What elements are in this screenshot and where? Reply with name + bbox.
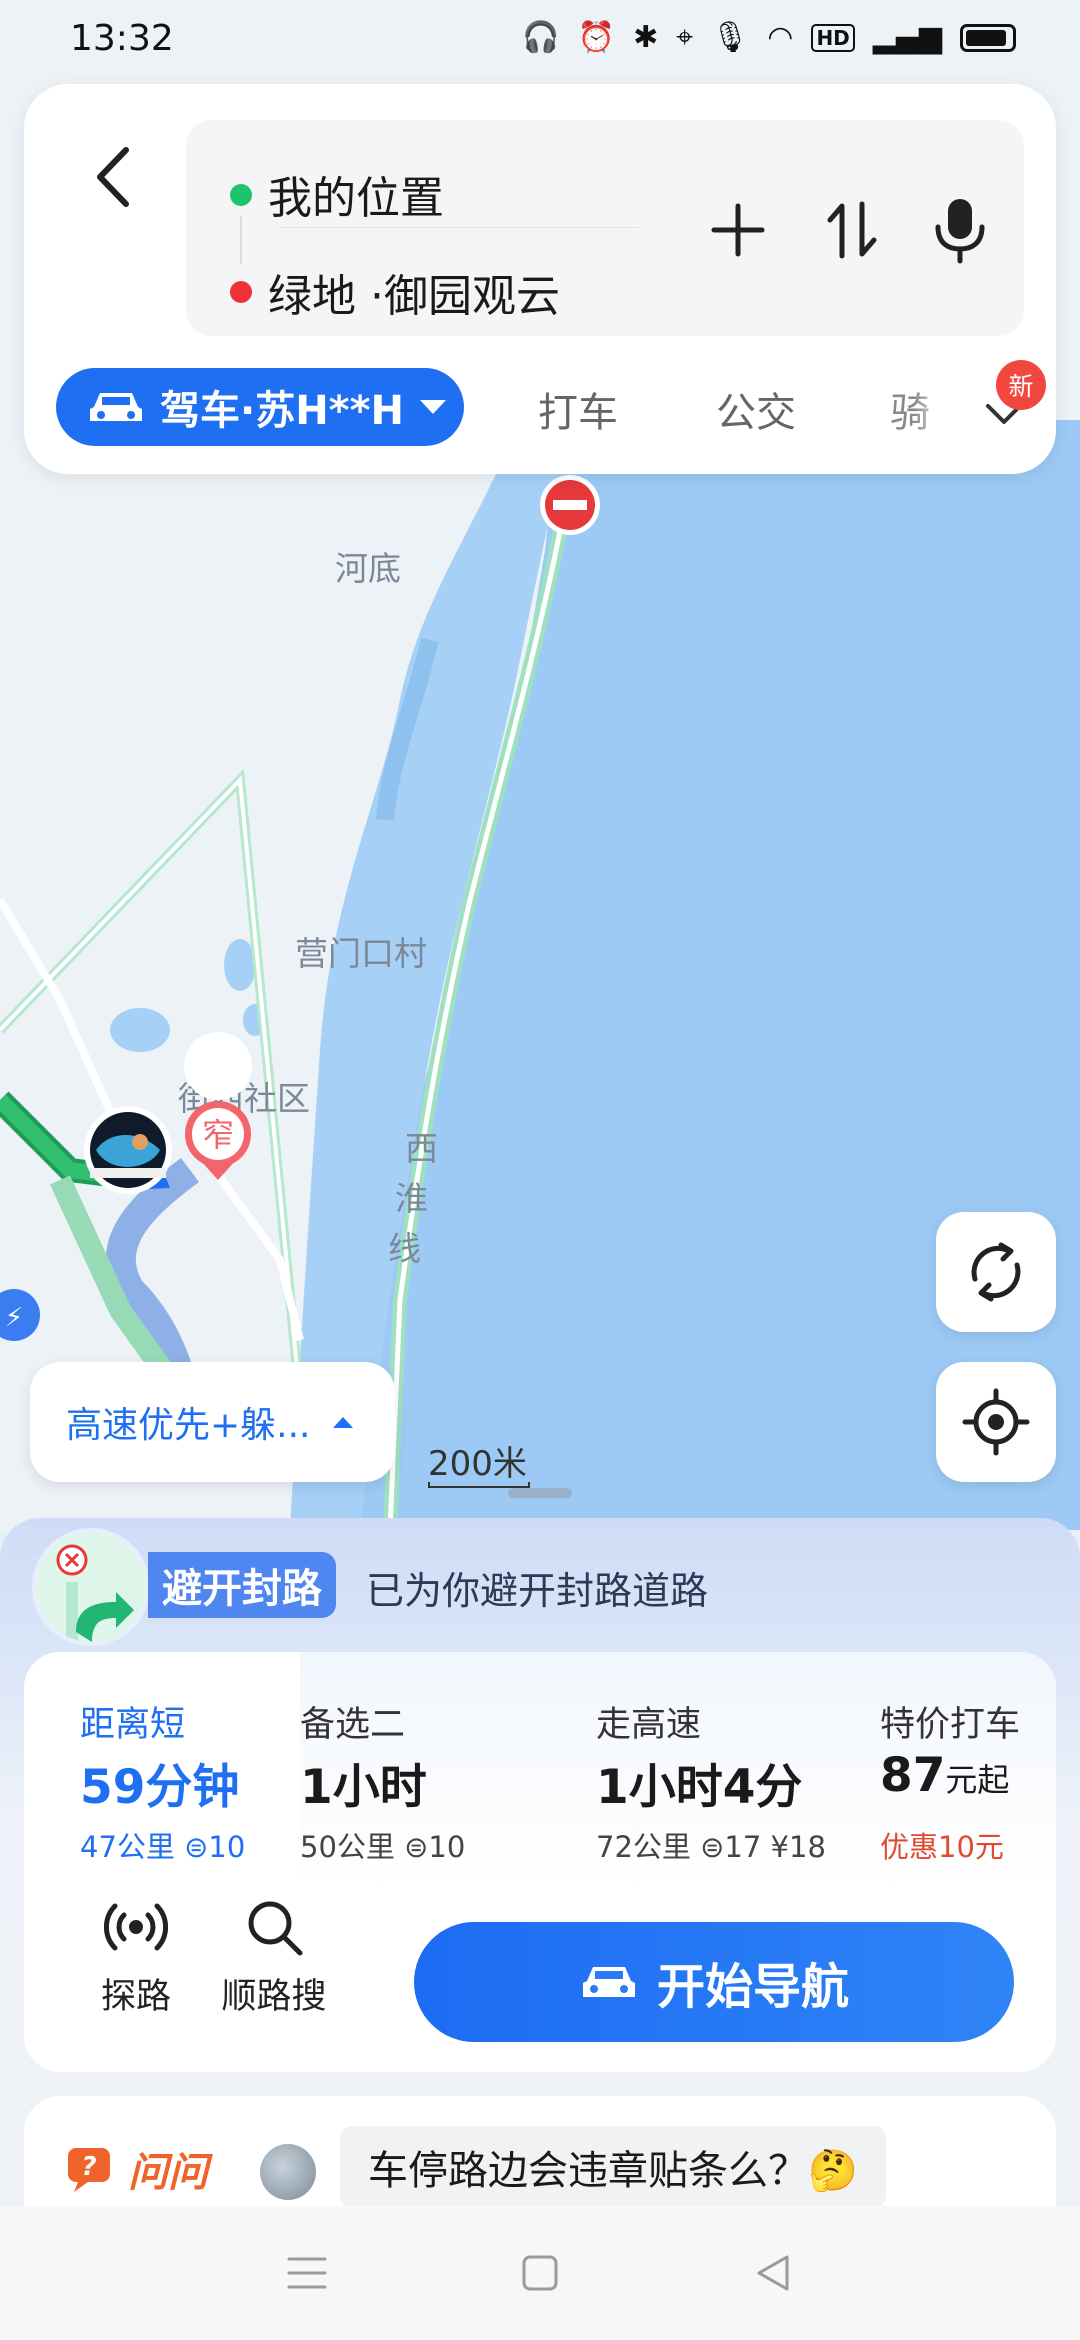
refresh-route-button[interactable]: [936, 1212, 1056, 1332]
destination-field[interactable]: 绿地 ·御园观云: [268, 260, 560, 324]
search-along-label: 顺路搜: [221, 1977, 327, 2017]
start-navigation-button[interactable]: 开始导航: [414, 1922, 1014, 2042]
menu-icon[interactable]: [285, 2253, 329, 2293]
map-label: 线: [388, 1230, 421, 1267]
route-time: 1小时4分: [596, 1760, 803, 1815]
probe-road-label: 探路: [100, 1977, 171, 2017]
avoid-closure-icon: [32, 1528, 150, 1646]
new-badge: 新: [996, 360, 1046, 410]
swap-arrows-icon: [827, 201, 877, 259]
status-icons: 🎧 ⏰ ✱ ⌖ 🎙 ◠ HD ▂▄▆: [522, 20, 1016, 55]
route-time: 1小时: [300, 1760, 427, 1815]
microphone-icon: [935, 199, 985, 264]
svg-text:⚡: ⚡: [5, 1303, 23, 1333]
alarm-icon: ⏰: [577, 20, 616, 55]
ask-question[interactable]: 车停路边会违章贴条么？🤔: [340, 2126, 886, 2208]
status-time: 13:32: [70, 18, 174, 59]
mode-drive-tab[interactable]: 驾车·苏H**H: [56, 368, 464, 446]
map-label: 营门口村: [295, 935, 427, 972]
route-preference-label: 高速优先+躲...: [66, 1405, 311, 1446]
ask-logo: ? 问问: [64, 2140, 208, 2198]
chevron-left-icon: [97, 147, 129, 207]
taxi-price-unit: 元起: [945, 1761, 1010, 1799]
avoid-closure-tag: 避开封路: [148, 1552, 336, 1618]
headset-icon: 🎧: [522, 20, 560, 55]
wifi-icon: ◠: [767, 20, 794, 55]
mode-bike-tab[interactable]: 骑: [890, 380, 950, 438]
taxi-option[interactable]: 特价打车 87元起 优惠10元: [880, 1652, 1050, 1892]
drag-handle[interactable]: [508, 1488, 572, 1498]
car-icon: [90, 393, 142, 421]
ask-logo-text: 问问: [128, 2150, 208, 2196]
route-search-card: 我的位置 绿地 ·御园观云 驾车·苏H**H 打车 公交 骑 新: [24, 84, 1056, 474]
taxi-option-name: 特价打车: [880, 1705, 1021, 1745]
search-along-button[interactable]: 顺路搜: [204, 1892, 344, 2019]
battery-icon: [960, 23, 1016, 52]
taxi-price: 87元起: [880, 1748, 1009, 1803]
refresh-icon: [971, 1242, 1021, 1302]
asker-avatar: [260, 2144, 316, 2200]
route-name: 走高速: [596, 1705, 702, 1745]
back-triangle-icon[interactable]: [751, 2251, 795, 2295]
system-nav-bar: [0, 2206, 1080, 2340]
divider: [278, 227, 638, 228]
car-icon: [582, 1967, 635, 1997]
route-option[interactable]: 备选二 1小时 50公里 ⊜10: [300, 1652, 536, 1892]
route-option-selected[interactable]: 距离短 59分钟 47公里 ⊜10: [24, 1652, 300, 1892]
routes-card: 距离短 59分钟 47公里 ⊜10 备选二 1小时 50公里 ⊜10 走高速 1…: [24, 1652, 1056, 2072]
origin-destination-box: 我的位置 绿地 ·御园观云: [186, 120, 1024, 336]
destination-dot: [230, 281, 252, 303]
taxi-price-value: 87: [880, 1748, 946, 1803]
caret-up-icon: [332, 1417, 353, 1428]
route-connector: [240, 216, 242, 264]
plus-icon: [711, 203, 765, 257]
add-waypoint-button[interactable]: [698, 190, 778, 270]
map-label: 河底: [335, 550, 401, 587]
mic-icon: 🎙: [711, 20, 750, 55]
svg-text:窄: 窄: [202, 1117, 234, 1153]
mode-drive-label: 驾车·苏H**H: [160, 388, 404, 434]
route-option[interactable]: 走高速 1小时4分 72公里 ⊜17 ¥18: [596, 1652, 856, 1892]
swap-button[interactable]: [812, 190, 892, 270]
route-preference-button[interactable]: 高速优先+躲...: [30, 1362, 395, 1482]
start-navigation-label: 开始导航: [656, 1959, 849, 2015]
status-bar: 13:32 🎧 ⏰ ✱ ⌖ 🎙 ◠ HD ▂▄▆: [0, 0, 1080, 84]
origin-field[interactable]: 我的位置: [268, 162, 444, 226]
no-entry-icon[interactable]: [540, 475, 600, 535]
broadcast-icon: [104, 1903, 168, 1951]
map-label: 西: [405, 1130, 438, 1167]
voice-input-button[interactable]: [920, 190, 1000, 270]
back-button[interactable]: [68, 132, 158, 222]
mode-bus-tab[interactable]: 公交: [716, 380, 796, 438]
avoid-closure-message: 已为你避开封路道路: [366, 1569, 709, 1613]
probe-road-button[interactable]: 探路: [76, 1892, 196, 2019]
route-detail: 47公里 ⊜10: [80, 1830, 246, 1864]
mode-taxi-tab[interactable]: 打车: [538, 380, 618, 438]
route-detail: 72公里 ⊜17 ¥18: [596, 1830, 826, 1864]
locate-me-button[interactable]: [936, 1362, 1056, 1482]
map-label: 淮: [395, 1180, 428, 1217]
route-name: 距离短: [80, 1705, 186, 1745]
user-location-avatar[interactable]: [84, 1106, 172, 1194]
caret-down-icon: [419, 400, 446, 414]
hd-icon: HD: [811, 23, 855, 52]
question-bubble-icon: ?: [68, 2148, 110, 2192]
route-name: 备选二: [300, 1705, 406, 1745]
location-icon: ⌖: [676, 20, 694, 55]
origin-dot: [230, 184, 252, 206]
bluetooth-icon: ✱: [633, 20, 659, 55]
signal-4g-icon: ▂▄▆: [872, 20, 942, 55]
route-detail: 50公里 ⊜10: [300, 1830, 466, 1864]
svg-text:?: ?: [81, 2152, 96, 2182]
taxi-discount: 优惠10元: [880, 1830, 1004, 1864]
map-scale-label: 200米: [428, 1444, 527, 1484]
crosshair-icon: [962, 1388, 1030, 1456]
home-icon[interactable]: [518, 2251, 562, 2295]
search-icon: [248, 1901, 303, 1956]
route-time: 59分钟: [80, 1760, 240, 1815]
